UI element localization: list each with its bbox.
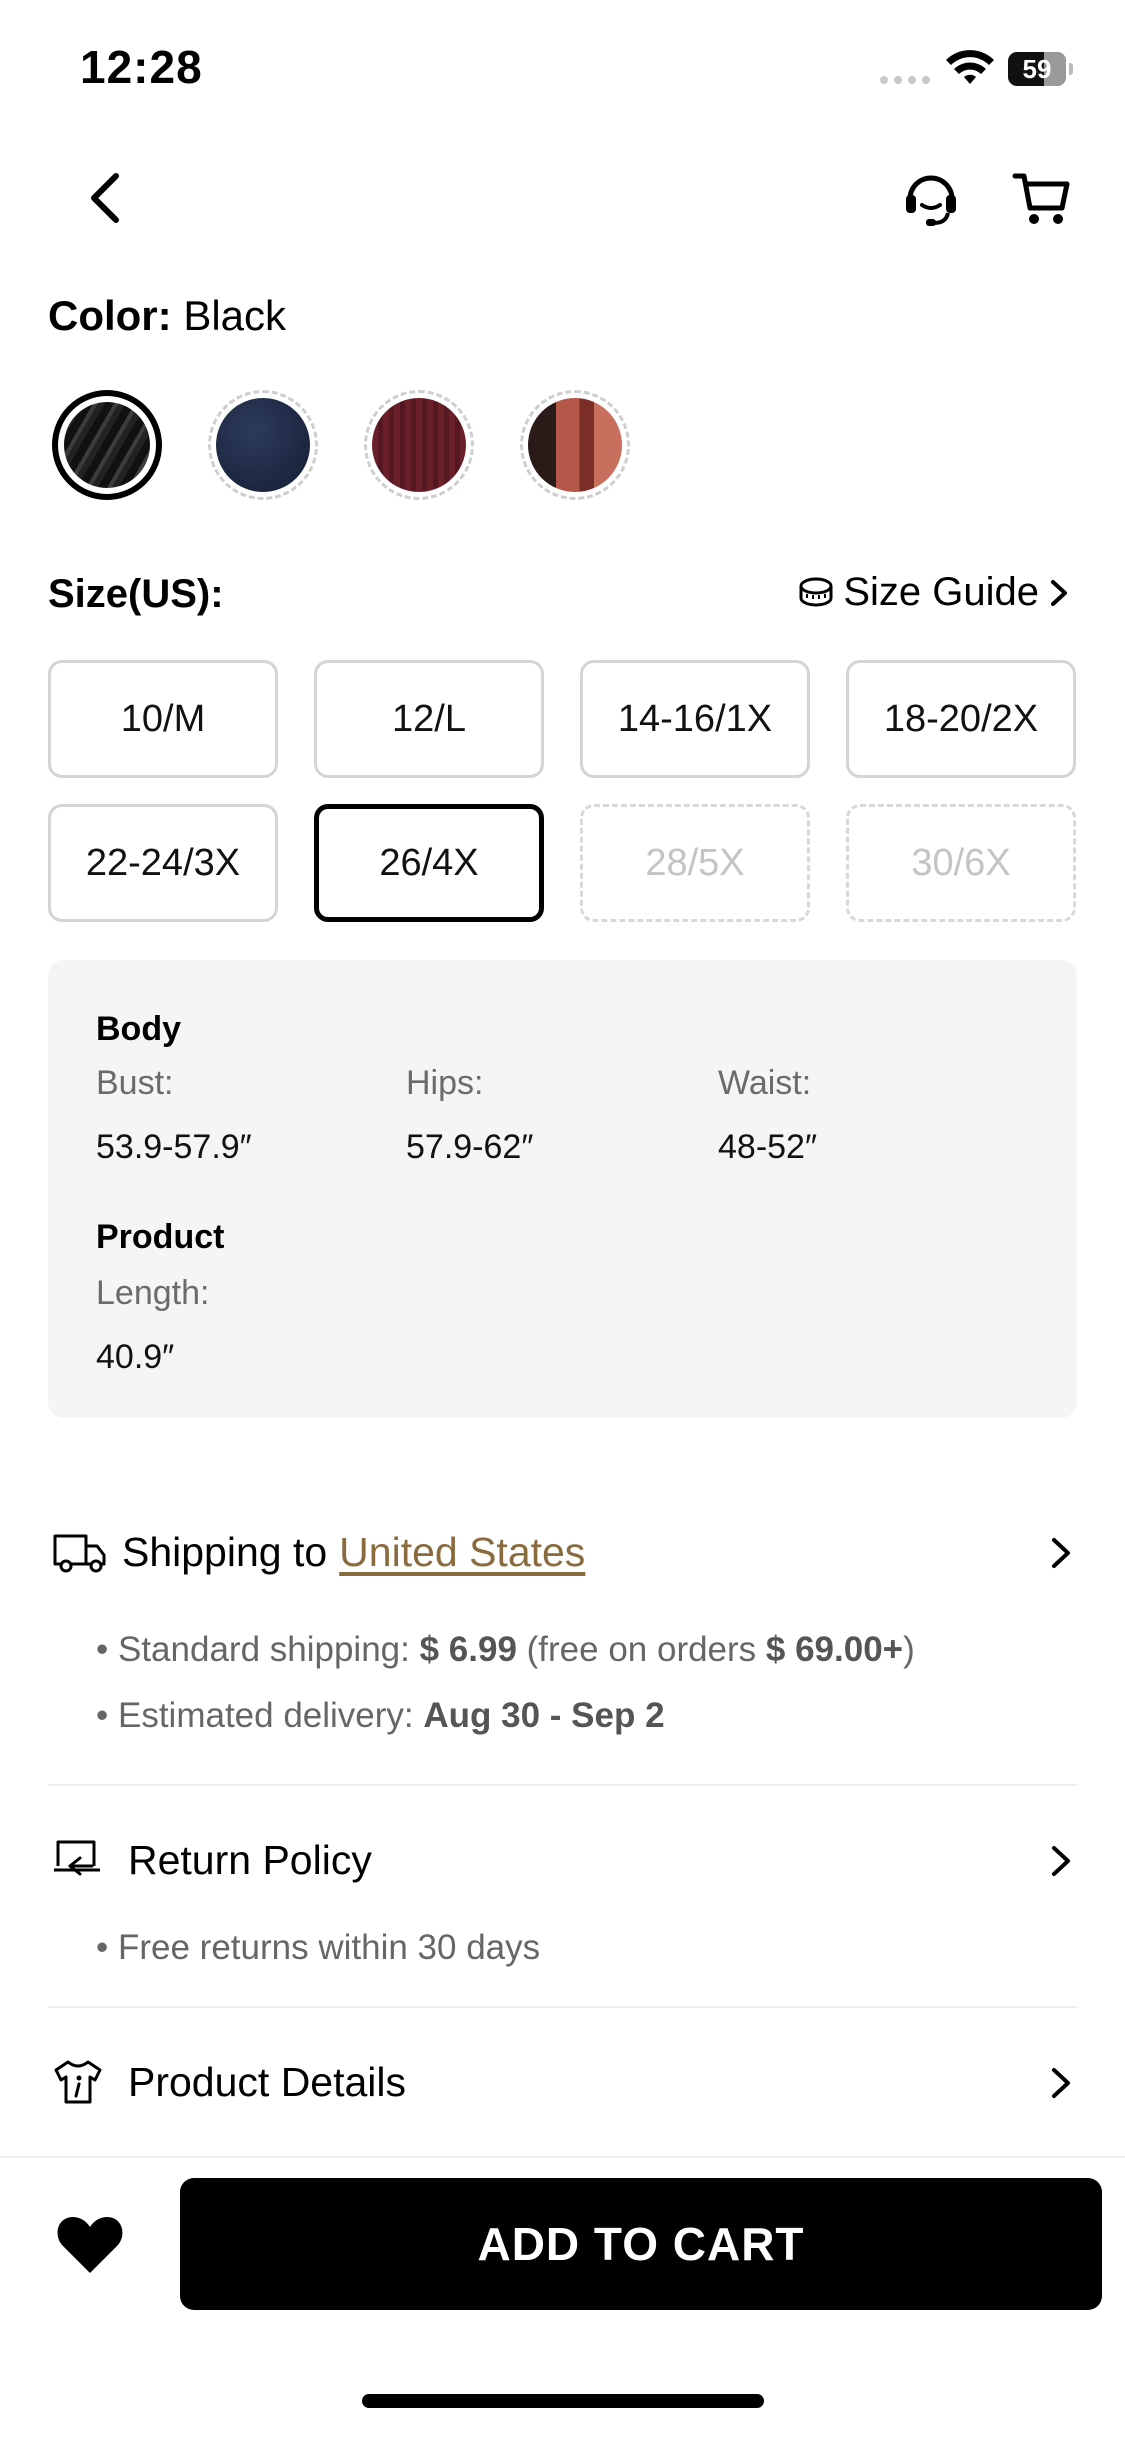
color-selection-label: Color: Black <box>48 292 286 340</box>
chevron-right-icon <box>1052 1846 1070 1876</box>
size-option-18-20-2x[interactable]: 18-20/2X <box>846 660 1076 778</box>
hips-label: Hips: <box>406 1064 484 1102</box>
size-option-label: 18-20/2X <box>883 697 1039 740</box>
divider <box>48 1784 1077 1786</box>
swatch-navy[interactable] <box>208 390 318 500</box>
shipping-title: Shipping to <box>122 1528 328 1575</box>
size-option-label: 30/6X <box>911 841 1011 884</box>
shirt-info-icon <box>54 2060 102 2104</box>
shipping-country-link[interactable]: United States <box>339 1529 585 1576</box>
size-option-26-4x[interactable]: 26/4X <box>314 804 544 922</box>
chevron-right-icon <box>1052 1538 1070 1568</box>
size-option-12-l[interactable]: 12/L <box>314 660 544 778</box>
waist-value: 48-52″ <box>718 1128 817 1166</box>
swatch-navy-fill <box>216 398 310 492</box>
waist-label: Waist: <box>718 1064 812 1102</box>
heart-icon <box>57 2217 123 2273</box>
bust-label: Bust: <box>96 1064 174 1102</box>
swatch-pattern[interactable] <box>520 390 630 500</box>
chevron-right-icon <box>1052 2068 1070 2098</box>
return-policy-detail: Free returns within 30 days <box>117 1928 541 1967</box>
headset-icon <box>906 175 956 226</box>
swatch-pattern-fill <box>528 398 622 492</box>
size-option-14-16-1x[interactable]: 14-16/1X <box>580 660 810 778</box>
standard-shipping-label: Standard shipping: <box>117 1630 420 1669</box>
free-shipping-prefix: (free on orders <box>516 1630 766 1669</box>
product-details-row[interactable]: Product Details <box>52 2054 1077 2110</box>
cellular-signal-icon <box>880 76 930 84</box>
size-guide-link[interactable]: Size Guide <box>797 570 1071 615</box>
size-option-label: 22-24/3X <box>85 841 241 884</box>
home-indicator[interactable] <box>362 2394 764 2408</box>
size-option-30-6x[interactable]: 30/6X <box>846 804 1076 922</box>
divider <box>48 2006 1077 2008</box>
standard-shipping-line: • Standard shipping: $ 6.99 (free on ord… <box>96 1630 915 1669</box>
swatch-burgundy-fill <box>372 398 466 492</box>
size-option-label: 14-16/1X <box>617 697 773 740</box>
length-value: 40.9″ <box>96 1338 175 1376</box>
swatch-black-fill <box>64 402 150 488</box>
size-option-28-5x[interactable]: 28/5X <box>580 804 810 922</box>
product-details-title: Product Details <box>128 2058 407 2105</box>
back-button[interactable] <box>76 168 136 228</box>
size-option-label: 10/M <box>120 697 206 740</box>
add-to-cart-button[interactable]: ADD TO CART <box>180 2178 1102 2310</box>
chevron-right-icon <box>1051 579 1067 606</box>
shipping-row[interactable]: Shipping to United States <box>52 1524 1077 1580</box>
free-shipping-threshold: $ 69.00+ <box>765 1630 904 1669</box>
measuring-tape-icon <box>799 577 833 606</box>
color-value: Black <box>183 292 287 339</box>
return-policy-title: Return Policy <box>128 1836 372 1883</box>
swatch-burgundy[interactable] <box>364 390 474 500</box>
wishlist-button[interactable] <box>52 2208 128 2280</box>
swatch-black[interactable] <box>52 390 162 500</box>
length-label: Length: <box>96 1274 210 1312</box>
return-box-icon <box>54 1840 100 1876</box>
size-option-label: 26/4X <box>379 841 479 884</box>
standard-shipping-price: $ 6.99 <box>419 1630 517 1669</box>
bust-value: 53.9-57.9″ <box>96 1128 252 1166</box>
product-heading: Product <box>96 1218 225 1256</box>
chevron-left-icon <box>91 173 119 223</box>
estimated-delivery-dates: Aug 30 - Sep 2 <box>423 1696 665 1735</box>
wifi-icon <box>946 50 994 84</box>
customer-service-button[interactable] <box>900 166 962 230</box>
free-shipping-suffix: ) <box>903 1630 915 1669</box>
color-label: Color: <box>48 292 172 339</box>
hips-value: 57.9-62″ <box>406 1128 534 1166</box>
size-option-label: 12/L <box>392 697 466 740</box>
battery-level: 59 <box>1022 54 1052 84</box>
shopping-cart-icon <box>1012 173 1070 224</box>
size-guide-label: Size Guide <box>843 570 1039 614</box>
size-option-label: 28/5X <box>645 841 745 884</box>
size-measurements-panel: Body Bust: 53.9-57.9″ Hips: 57.9-62″ Wai… <box>48 960 1077 1418</box>
estimated-delivery-label: Estimated delivery: <box>117 1696 424 1735</box>
size-label: Size(US): <box>48 572 224 616</box>
truck-icon <box>53 1534 106 1573</box>
return-policy-detail-line: • Free returns within 30 days <box>96 1928 541 1967</box>
battery-icon: 59 <box>1008 52 1073 86</box>
size-option-22-24-3x[interactable]: 22-24/3X <box>48 804 278 922</box>
cart-icon-button[interactable] <box>1010 166 1074 230</box>
size-option-10-m[interactable]: 10/M <box>48 660 278 778</box>
return-policy-row[interactable]: Return Policy <box>52 1832 1077 1888</box>
status-time: 12:28 <box>80 41 203 93</box>
estimated-delivery-line: • Estimated delivery: Aug 30 - Sep 2 <box>96 1696 665 1735</box>
body-heading: Body <box>96 1010 181 1048</box>
